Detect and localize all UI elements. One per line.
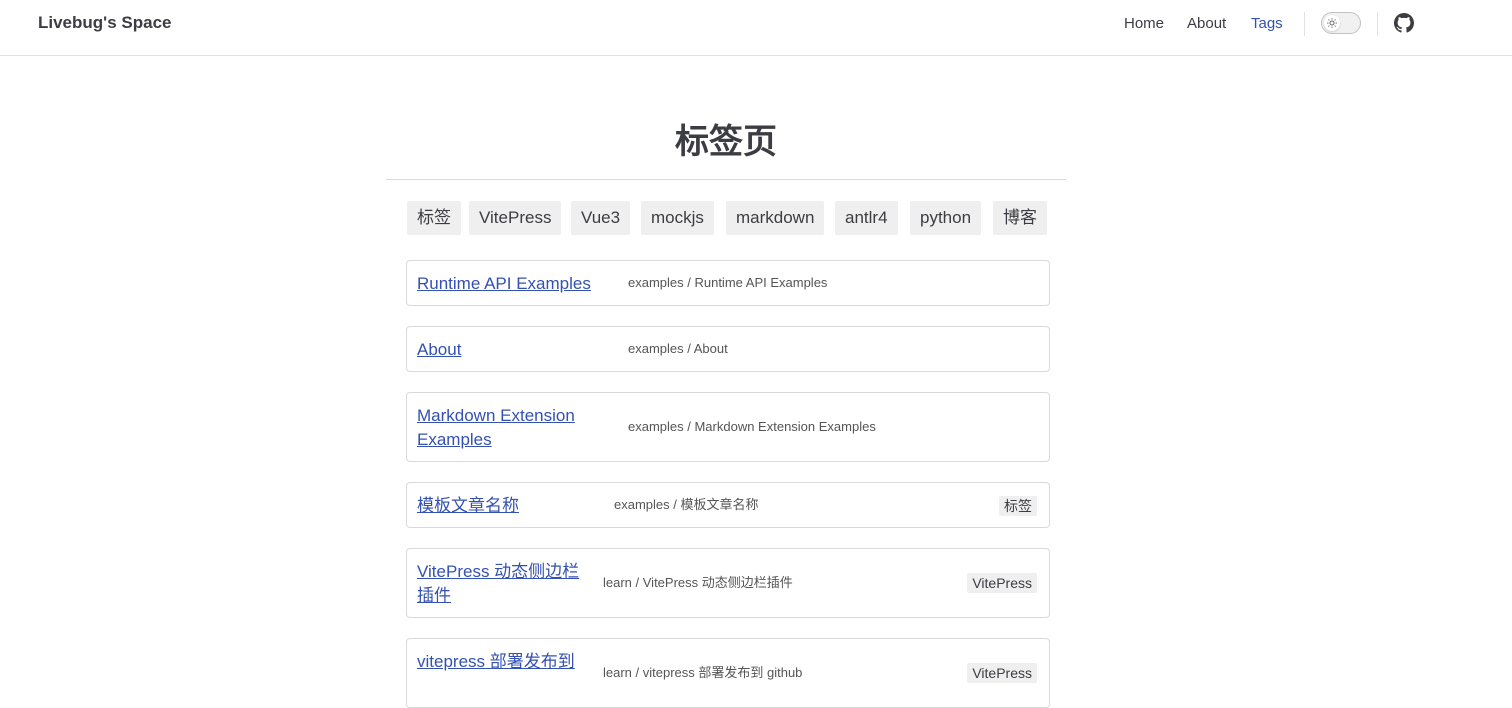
article-card: 模板文章名称 examples / 模板文章名称 标签 xyxy=(406,482,1050,528)
sun-icon xyxy=(1324,15,1340,31)
article-title-link[interactable]: vitepress 部署发布到 xyxy=(417,650,595,674)
title-divider xyxy=(386,179,1066,180)
article-card: VitePress 动态侧边栏插件 learn / VitePress 动态侧边… xyxy=(406,548,1050,618)
article-card: Markdown Extension Examples examples / M… xyxy=(406,392,1050,462)
tag-chip[interactable]: VitePress xyxy=(469,201,562,235)
article-path: examples / Markdown Extension Examples xyxy=(628,419,876,434)
tag-chip[interactable]: markdown xyxy=(726,201,825,235)
article-tag-badge[interactable]: VitePress xyxy=(967,663,1037,683)
article-path: examples / 模板文章名称 xyxy=(614,497,759,512)
tag-chip[interactable]: antlr4 xyxy=(835,201,898,235)
site-title[interactable]: Livebug's Space xyxy=(38,13,171,33)
tag-chip[interactable]: 标签 xyxy=(407,201,461,235)
article-title-link[interactable]: Runtime API Examples xyxy=(417,272,591,296)
article-title-link[interactable]: About xyxy=(417,338,461,362)
tag-chip[interactable]: mockjs xyxy=(641,201,714,235)
tag-chip[interactable]: python xyxy=(910,201,982,235)
tag-chip[interactable]: 博客 xyxy=(993,201,1047,235)
nav-home-link[interactable]: Home xyxy=(1124,14,1164,34)
page-title: 标签页 xyxy=(675,123,777,161)
top-navbar: Livebug's Space Home About Tags xyxy=(0,0,1512,56)
article-card: vitepress 部署发布到 learn / vitepress 部署发布到 … xyxy=(406,638,1050,708)
nav-divider xyxy=(1304,12,1305,36)
nav-divider xyxy=(1377,12,1378,36)
article-title-link[interactable]: VitePress 动态侧边栏插件 xyxy=(417,560,595,608)
nav-tags-link[interactable]: Tags xyxy=(1251,14,1283,34)
article-path: examples / About xyxy=(628,341,728,356)
github-icon[interactable] xyxy=(1394,13,1414,33)
tag-chip[interactable]: Vue3 xyxy=(571,201,631,235)
article-tag-badge[interactable]: VitePress xyxy=(967,573,1037,593)
article-path: examples / Runtime API Examples xyxy=(628,275,828,290)
theme-toggle[interactable] xyxy=(1321,12,1361,34)
article-card: Runtime API Examples examples / Runtime … xyxy=(406,260,1050,306)
nav-about-link[interactable]: About xyxy=(1187,14,1226,34)
article-card: About examples / About xyxy=(406,326,1050,372)
article-tag-badge[interactable]: 标签 xyxy=(999,496,1037,516)
article-path: learn / vitepress 部署发布到 github xyxy=(603,665,803,680)
article-path: learn / VitePress 动态侧边栏插件 xyxy=(603,575,793,590)
article-title-link[interactable]: Markdown Extension Examples xyxy=(417,404,597,452)
article-title-link[interactable]: 模板文章名称 xyxy=(417,494,519,518)
